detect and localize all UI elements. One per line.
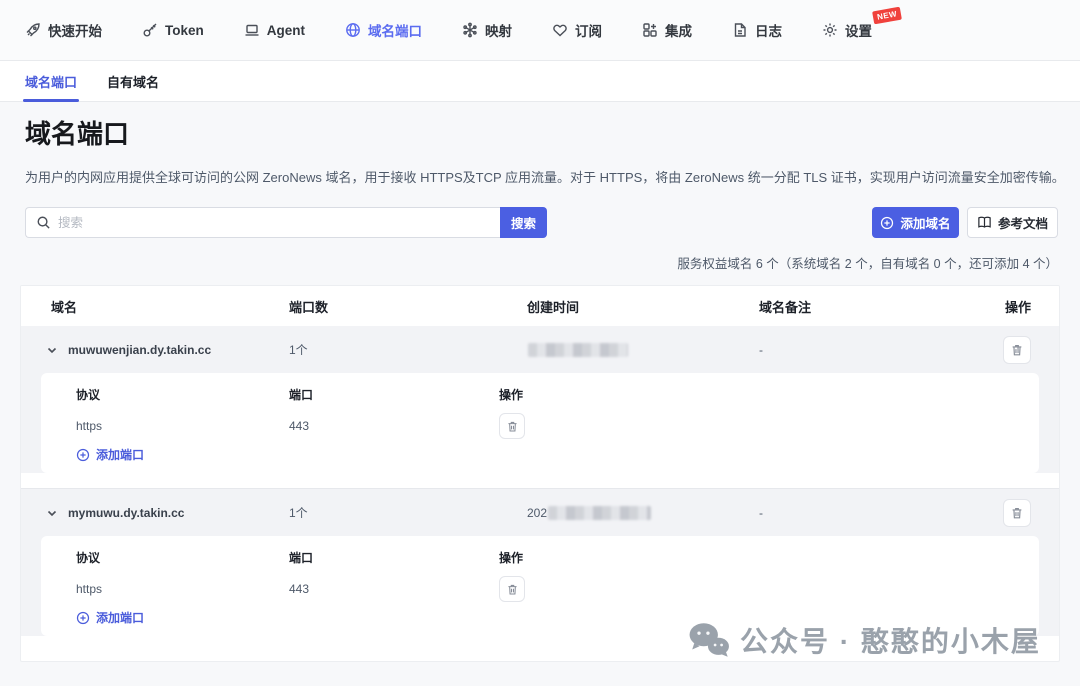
search-icon	[36, 215, 51, 230]
search-input[interactable]	[58, 216, 490, 230]
top-navigation: 快速开始 Token Agent 域名端口 映射 订阅 集成 日志 设置 NEW	[0, 0, 1080, 61]
search-button[interactable]: 搜索	[500, 207, 547, 238]
domain-remark: -	[749, 343, 979, 357]
tab-own-domain[interactable]: 自有域名	[107, 61, 159, 101]
trash-icon	[506, 420, 519, 433]
nav-item-label: 映射	[485, 20, 512, 40]
add-domain-button[interactable]: 添加域名	[872, 207, 959, 238]
delete-port-button[interactable]	[499, 576, 525, 602]
page-description: 为用户的内网应用提供全球可访问的公网 ZeroNews 域名，用于接收 HTTP…	[25, 167, 1065, 186]
header-actions: 操作	[979, 297, 1059, 316]
chevron-down-icon[interactable]	[46, 507, 58, 519]
trash-icon	[1010, 343, 1024, 357]
table-row: muwuwenjian.dy.takin.cc 1个 -	[21, 326, 1059, 373]
key-icon	[142, 22, 158, 38]
nav-item-token[interactable]: Token	[142, 22, 204, 38]
nav-item-label: Token	[165, 23, 204, 38]
created-time: 202	[527, 506, 749, 520]
domain-group: muwuwenjian.dy.takin.cc 1个 - 协议 端口 操作 ht…	[21, 326, 1059, 473]
delete-port-button[interactable]	[499, 413, 525, 439]
port-subtable: 协议 端口 操作 https 443 添加端口	[41, 373, 1039, 473]
protocol-value: https	[41, 412, 289, 440]
nav-item-label: 集成	[665, 20, 692, 40]
port-count: 1个	[289, 341, 527, 358]
subheader-protocol: 协议	[41, 386, 289, 403]
header-remark: 域名备注	[749, 297, 979, 316]
domain-remark: -	[749, 506, 979, 520]
table-row: mymuwu.dy.takin.cc 1个 202 -	[21, 489, 1059, 536]
search-bar: 搜索	[25, 207, 547, 238]
nav-item-quickstart[interactable]: 快速开始	[25, 20, 102, 40]
nav-item-label: 设置	[845, 20, 872, 40]
docs-label: 参考文档	[998, 213, 1048, 232]
add-port-label: 添加端口	[96, 446, 144, 463]
subheader-actions: 操作	[499, 386, 1039, 403]
nav-item-mapping[interactable]: 映射	[462, 20, 512, 40]
add-port-label: 添加端口	[96, 609, 144, 626]
nav-item-label: 日志	[755, 20, 782, 40]
heart-icon	[552, 22, 568, 38]
book-icon	[977, 215, 992, 230]
port-count: 1个	[289, 504, 527, 521]
trash-icon	[1010, 506, 1024, 520]
nav-item-logs[interactable]: 日志	[732, 20, 782, 40]
redacted-date	[528, 343, 628, 357]
quota-text: 服务权益域名 6 个（系统域名 2 个，自有域名 0 个，还可添加 4 个）	[677, 253, 1058, 272]
nav-item-domain-port[interactable]: 域名端口	[345, 20, 422, 40]
plus-circle-icon	[76, 611, 90, 625]
search-input-box	[25, 207, 500, 238]
trash-icon	[506, 583, 519, 596]
docs-button[interactable]: 参考文档	[967, 207, 1058, 238]
document-icon	[732, 22, 748, 38]
chevron-down-icon[interactable]	[46, 344, 58, 356]
created-time	[527, 343, 749, 357]
subheader-actions: 操作	[499, 549, 1039, 566]
page-title: 域名端口	[25, 114, 129, 151]
new-badge: NEW	[872, 7, 902, 25]
tab-bar: 域名端口 自有域名	[0, 61, 1080, 102]
nav-item-label: 域名端口	[368, 20, 422, 40]
laptop-icon	[244, 22, 260, 38]
header-port-count: 端口数	[289, 297, 527, 316]
delete-domain-button[interactable]	[1003, 499, 1031, 527]
nav-item-subscription[interactable]: 订阅	[552, 20, 602, 40]
domain-name: muwuwenjian.dy.takin.cc	[68, 343, 211, 357]
nav-item-label: 订阅	[575, 20, 602, 40]
add-port-link[interactable]: 添加端口	[76, 609, 144, 626]
redacted-date	[548, 506, 651, 520]
port-value: 443	[289, 412, 499, 440]
table-header-row: 域名 端口数 创建时间 域名备注 操作	[21, 286, 1059, 326]
nav-item-integration[interactable]: 集成	[642, 20, 692, 40]
domain-group: mymuwu.dy.takin.cc 1个 202 - 协议 端口 操作 htt…	[21, 488, 1059, 636]
protocol-value: https	[41, 575, 289, 603]
nav-item-label: Agent	[267, 23, 305, 38]
subheader-port: 端口	[289, 386, 499, 403]
port-subtable: 协议 端口 操作 https 443 添加端口	[41, 536, 1039, 636]
header-created: 创建时间	[527, 297, 749, 316]
globe-icon	[345, 22, 361, 38]
add-port-link[interactable]: 添加端口	[76, 446, 144, 463]
delete-domain-button[interactable]	[1003, 336, 1031, 364]
nodes-icon	[462, 22, 478, 38]
subheader-protocol: 协议	[41, 549, 289, 566]
grid-plus-icon	[642, 22, 658, 38]
tab-domain-port[interactable]: 域名端口	[25, 61, 77, 101]
nav-item-agent[interactable]: Agent	[244, 22, 305, 38]
header-domain: 域名	[21, 297, 289, 316]
domain-name: mymuwu.dy.takin.cc	[68, 506, 184, 520]
add-domain-label: 添加域名	[900, 213, 950, 232]
gear-icon	[822, 22, 838, 38]
rocket-icon	[25, 22, 41, 38]
plus-circle-icon	[880, 216, 894, 230]
subheader-port: 端口	[289, 549, 499, 566]
plus-circle-icon	[76, 448, 90, 462]
port-value: 443	[289, 575, 499, 603]
domain-table: 域名 端口数 创建时间 域名备注 操作 muwuwenjian.dy.takin…	[20, 285, 1060, 662]
nav-item-label: 快速开始	[48, 20, 102, 40]
nav-item-settings[interactable]: 设置 NEW	[822, 20, 872, 40]
